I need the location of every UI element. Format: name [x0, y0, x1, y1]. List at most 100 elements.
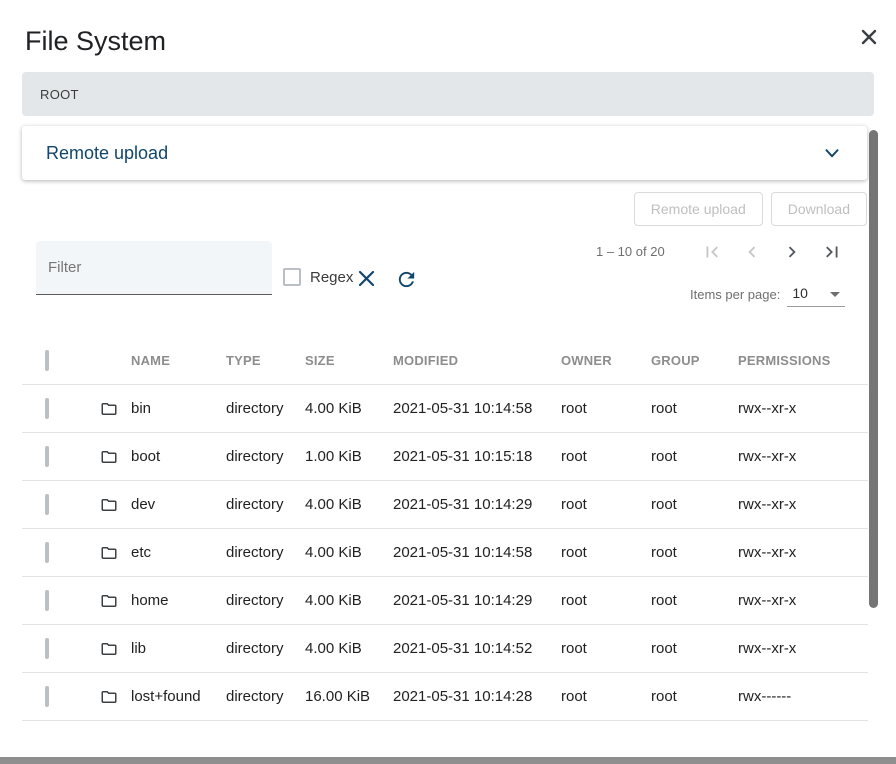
previous-page-button[interactable]: [732, 232, 772, 272]
table-row[interactable]: boot directory 1.00 KiB 2021-05-31 10:15…: [22, 433, 868, 481]
close-icon: [861, 29, 877, 45]
vertical-scrollbar[interactable]: [869, 130, 878, 608]
table-row[interactable]: home directory 4.00 KiB 2021-05-31 10:14…: [22, 577, 868, 625]
filter-input[interactable]: [36, 241, 272, 295]
column-header-group[interactable]: GROUP: [651, 353, 738, 368]
clear-icon: [357, 269, 376, 288]
table-row[interactable]: dev directory 4.00 KiB 2021-05-31 10:14:…: [22, 481, 868, 529]
folder-icon: [100, 640, 118, 658]
cell-modified: 2021-05-31 10:15:18: [393, 448, 561, 465]
cell-permissions: rwx--xr-x: [738, 544, 868, 561]
row-checkbox[interactable]: [45, 446, 49, 467]
folder-icon: [100, 592, 118, 610]
cell-permissions: rwx--xr-x: [738, 496, 868, 513]
folder-icon: [100, 496, 118, 514]
column-header-permissions[interactable]: PERMISSIONS: [738, 353, 868, 368]
cell-group: root: [651, 592, 738, 609]
download-button[interactable]: Download: [771, 192, 867, 226]
column-header-name[interactable]: NAME: [131, 353, 226, 368]
cell-owner: root: [561, 400, 651, 417]
items-per-page-label: Items per page:: [690, 284, 780, 302]
cell-owner: root: [561, 544, 651, 561]
cell-permissions: rwx--xr-x: [738, 400, 868, 417]
table-row[interactable]: lib directory 4.00 KiB 2021-05-31 10:14:…: [22, 625, 868, 673]
folder-icon: [100, 688, 118, 706]
first-page-icon: [701, 241, 723, 263]
table-body: bin directory 4.00 KiB 2021-05-31 10:14:…: [22, 385, 868, 721]
clear-filter-button[interactable]: [352, 264, 380, 292]
regex-checkbox[interactable]: [283, 268, 301, 286]
row-checkbox[interactable]: [45, 494, 49, 515]
cell-modified: 2021-05-31 10:14:58: [393, 544, 561, 561]
cell-name: lib: [131, 640, 226, 657]
cell-permissions: rwx------: [738, 688, 868, 705]
folder-icon: [100, 544, 118, 562]
select-all-checkbox[interactable]: [45, 350, 49, 371]
column-header-modified[interactable]: MODIFIED: [393, 353, 561, 368]
horizontal-scrollbar[interactable]: [0, 757, 896, 764]
remote-upload-panel-title: Remote upload: [46, 143, 168, 164]
cell-permissions: rwx--xr-x: [738, 640, 868, 657]
column-header-owner[interactable]: OWNER: [561, 353, 651, 368]
cell-type: directory: [226, 592, 305, 609]
table-row[interactable]: bin directory 4.00 KiB 2021-05-31 10:14:…: [22, 385, 868, 433]
cell-type: directory: [226, 640, 305, 657]
cell-name: lost+found: [131, 688, 226, 705]
dropdown-arrow-icon: [830, 292, 840, 297]
cell-size: 16.00 KiB: [305, 688, 393, 705]
cell-owner: root: [561, 640, 651, 657]
cell-owner: root: [561, 448, 651, 465]
table-row[interactable]: lost+found directory 16.00 KiB 2021-05-3…: [22, 673, 868, 721]
breadcrumb-root[interactable]: ROOT: [40, 87, 79, 102]
cell-name: home: [131, 592, 226, 609]
row-checkbox[interactable]: [45, 398, 49, 419]
next-page-button[interactable]: [772, 232, 812, 272]
cell-size: 4.00 KiB: [305, 640, 393, 657]
close-button[interactable]: [858, 26, 880, 48]
cell-modified: 2021-05-31 10:14:28: [393, 688, 561, 705]
regex-label: Regex: [310, 269, 353, 286]
last-page-icon: [821, 241, 843, 263]
chevron-left-icon: [741, 241, 763, 263]
row-checkbox[interactable]: [45, 590, 49, 611]
column-header-type[interactable]: TYPE: [226, 353, 305, 368]
cell-type: directory: [226, 688, 305, 705]
cell-size: 4.00 KiB: [305, 592, 393, 609]
cell-size: 1.00 KiB: [305, 448, 393, 465]
cell-owner: root: [561, 688, 651, 705]
page-size-value: 10: [792, 285, 808, 301]
items-per-page: Items per page: 10: [690, 284, 845, 307]
cell-group: root: [651, 496, 738, 513]
cell-name: boot: [131, 448, 226, 465]
file-system-dialog: File System ROOT Remote upload Remote up…: [0, 0, 896, 764]
refresh-icon: [395, 268, 418, 291]
last-page-button[interactable]: [812, 232, 852, 272]
remote-upload-button[interactable]: Remote upload: [634, 192, 763, 226]
cell-type: directory: [226, 496, 305, 513]
row-checkbox[interactable]: [45, 686, 49, 707]
row-checkbox[interactable]: [45, 638, 49, 659]
cell-owner: root: [561, 592, 651, 609]
breadcrumb[interactable]: ROOT: [22, 72, 874, 116]
file-table: NAME TYPE SIZE MODIFIED OWNER GROUP PERM…: [22, 337, 868, 721]
regex-option: Regex: [283, 268, 353, 286]
paginator-nav: [692, 232, 852, 272]
chevron-down-icon: [821, 142, 843, 164]
cell-type: directory: [226, 400, 305, 417]
action-buttons: Remote upload Download: [22, 192, 867, 226]
remote-upload-panel-header[interactable]: Remote upload: [22, 126, 867, 180]
column-header-size[interactable]: SIZE: [305, 353, 393, 368]
cell-group: root: [651, 400, 738, 417]
row-checkbox[interactable]: [45, 542, 49, 563]
page-size-select[interactable]: 10: [787, 284, 845, 307]
first-page-button[interactable]: [692, 232, 732, 272]
cell-modified: 2021-05-31 10:14:52: [393, 640, 561, 657]
table-header-row: NAME TYPE SIZE MODIFIED OWNER GROUP PERM…: [22, 337, 868, 385]
chevron-right-icon: [781, 241, 803, 263]
cell-type: directory: [226, 544, 305, 561]
table-row[interactable]: etc directory 4.00 KiB 2021-05-31 10:14:…: [22, 529, 868, 577]
folder-icon: [100, 400, 118, 418]
cell-name: dev: [131, 496, 226, 513]
cell-group: root: [651, 688, 738, 705]
refresh-button[interactable]: [392, 265, 420, 293]
